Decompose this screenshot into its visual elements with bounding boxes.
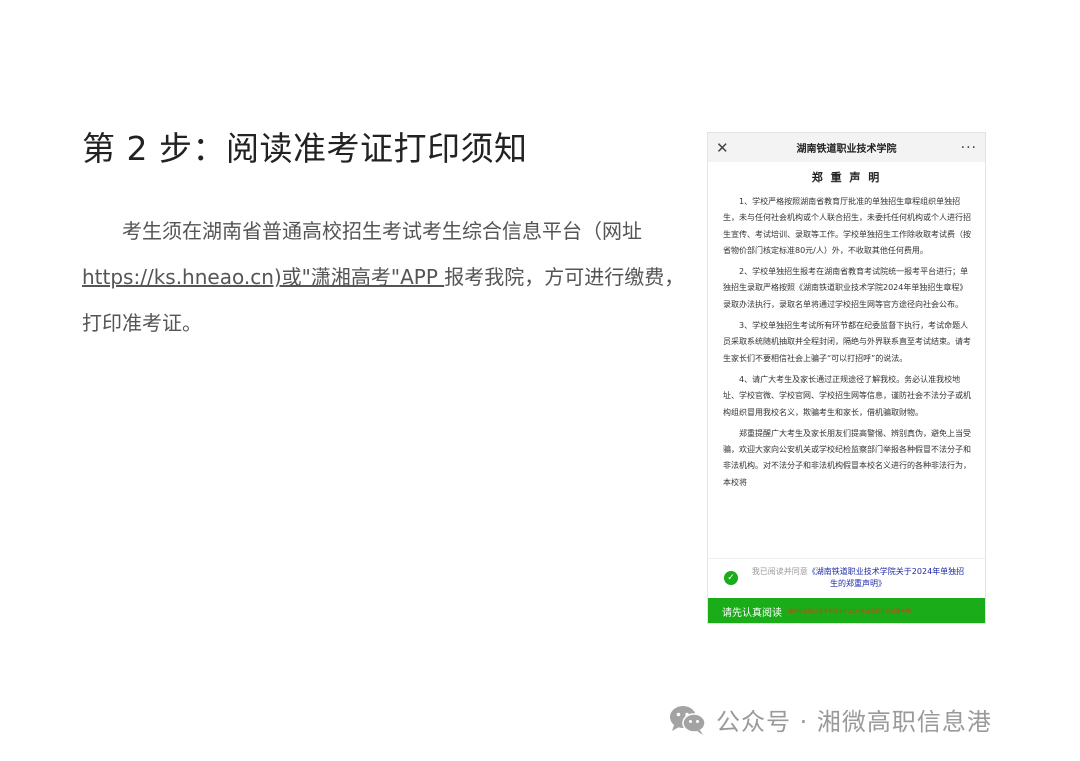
close-icon[interactable]: ✕ <box>716 139 736 157</box>
checkmark-icon[interactable]: ✓ <box>724 570 738 585</box>
agree-document-link[interactable]: 《湖南铁道职业技术学院关于2024年单独招生的郑重声明》 <box>808 567 964 588</box>
step-title: 第 2 步：阅读准考证打印须知 <box>82 129 528 168</box>
wechat-icon <box>670 705 706 735</box>
intro-text-before: 考生须在湖南省普通高校招生考试考生综合信息平台（网址 <box>122 219 642 243</box>
agree-text: 我已阅读并同意《湖南铁道职业技术学院关于2024年单独招生的郑重声明》 <box>748 566 968 590</box>
notice-paragraph: 郑重提醒广大考生及家长朋友们提高警惕、辨别真伪，避免上当受骗，欢迎大家向公安机关… <box>723 428 971 487</box>
read-first-label: 请先认真阅读 <box>722 608 782 619</box>
phone-header-title: 湖南铁道职业技术学院 <box>796 144 897 155</box>
agree-prefix: 我已阅读并同意 <box>751 566 808 576</box>
phone-header: ✕ 湖南铁道职业技术学院 ··· <box>708 133 985 162</box>
more-icon[interactable]: ··· <box>957 140 977 156</box>
agree-row[interactable]: ✓ 我已阅读并同意《湖南铁道职业技术学院关于2024年单独招生的郑重声明》 <box>708 558 985 596</box>
notice-paragraph: 3、学校单独招生考试所有环节都在纪委监督下执行，考试命题人员采取系统随机抽取并全… <box>723 321 971 363</box>
notice-paragraph: 1、学校严格按照湖南省教育厅批准的单独招生章程组织单独招生，未与任何社会机构或个… <box>723 197 971 255</box>
phone-screenshot: ✕ 湖南铁道职业技术学院 ··· 郑 重 声 明 1、学校严格按照湖南省教育厅批… <box>707 132 986 624</box>
notice-title: 郑 重 声 明 <box>811 171 882 184</box>
read-hint: 湖南铁道职业技术学院关于2024年单独招生的郑重声明 <box>788 609 911 615</box>
watermark: 公众号 · 湘微高职信息港 <box>668 702 992 737</box>
notice-paragraph: 4、请广大考生及家长通过正规途径了解我校。务必认准我校地址、学校官微、学校官网、… <box>723 374 971 417</box>
read-first-button[interactable]: 请先认真阅读 湖南铁道职业技术学院关于2024年单独招生的郑重声明 <box>708 598 985 623</box>
notice-paragraph: 2、学校单独招生报考在湖南省教育考试院统一报考平台进行；单独招生录取严格按照《湖… <box>723 267 969 309</box>
platform-link[interactable]: https://ks.hneao.cn)或"潇湘高考"APP <box>82 265 444 289</box>
intro-paragraph: 考生须在湖南省普通高校招生考试考生综合信息平台（网址 https://ks.hne… <box>82 208 694 346</box>
notice-body[interactable]: 1、学校严格按照湖南省教育厅批准的单独招生章程组织单独招生，未与任何社会机构或个… <box>708 185 985 557</box>
watermark-text: 公众号 · 湘微高职信息港 <box>716 708 992 736</box>
